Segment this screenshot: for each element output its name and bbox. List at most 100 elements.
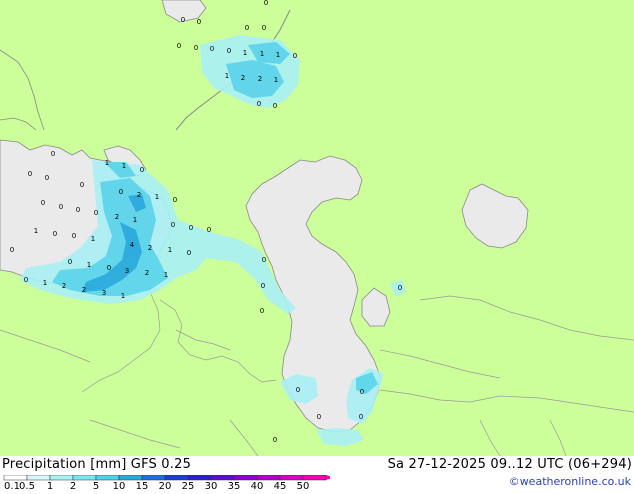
precip-value-28: 1 (155, 193, 159, 201)
scale-swatch-1 (26, 474, 51, 481)
scale-label-5: 10 (112, 481, 126, 492)
precip-value-29: 0 (173, 196, 177, 204)
precip-value-18: 0 (273, 102, 277, 110)
precip-value-35: 1 (133, 216, 137, 224)
precip-value-43: 4 (130, 241, 135, 249)
valid-time: Sa 27-12-2025 09..12 UTC (06+294) (387, 457, 632, 472)
precip-value-62: 0 (398, 284, 402, 292)
precip-value-19: 0 (51, 150, 55, 158)
precip-value-45: 1 (168, 246, 172, 254)
precip-value-6: 0 (194, 44, 198, 52)
scale-swatch-4 (95, 474, 120, 481)
precip-value-1: 0 (197, 18, 201, 26)
scale-label-0: 0.1 (4, 481, 20, 492)
precip-value-17: 0 (257, 100, 261, 108)
precip-value-52: 2 (145, 269, 149, 277)
precip-value-55: 0 (261, 282, 265, 290)
precip-value-68: 0 (273, 436, 277, 444)
precip-value-46: 0 (187, 249, 191, 257)
precip-value-60: 3 (102, 289, 106, 297)
precip-value-27: 2 (137, 191, 141, 199)
precip-value-64: 0 (296, 386, 300, 394)
precip-value-5: 0 (177, 42, 181, 50)
precip-value-49: 1 (87, 261, 91, 269)
precip-value-48: 0 (68, 258, 72, 266)
scale-label-7: 20 (158, 481, 172, 492)
scale-label-9: 30 (204, 481, 218, 492)
precip-value-50: 0 (107, 264, 111, 272)
scale-swatch-12 (279, 474, 304, 481)
scale-label-12: 45 (273, 481, 287, 492)
scale-swatch-3 (72, 474, 97, 481)
precip-value-15: 2 (258, 75, 262, 83)
precip-value-24: 0 (45, 174, 49, 182)
precip-value-53: 1 (164, 271, 168, 279)
scale-swatch-7 (164, 474, 189, 481)
precip-value-34: 2 (115, 213, 119, 221)
scale-label-13: 50 (296, 481, 310, 492)
scale-swatch-8 (187, 474, 212, 481)
scale-label-1: 0.5 (19, 481, 35, 492)
precip-value-44: 2 (148, 244, 152, 252)
precip-value-58: 2 (62, 282, 66, 290)
precip-value-0: 0 (181, 16, 185, 24)
precip-value-56: 0 (24, 276, 28, 284)
precip-value-67: 0 (359, 413, 363, 421)
color-scale: 0.1 0.5 1 2 5 10 15 20 25 30 35 40 45 50 (0, 474, 334, 492)
precipitation-map: 0 0 0 0 0 0 0 0 0 1 1 1 0 1 2 2 1 0 0 0 1 1 0 0 0 0 0 2 1 0 0 0 0 0 2 1 0 0 0 1… (0, 0, 634, 456)
credit-link[interactable]: ©weatheronline.co.uk (509, 475, 631, 488)
precip-value-2: 0 (245, 24, 249, 32)
precip-value-26: 0 (119, 188, 123, 196)
precip-value-51: 3 (125, 267, 129, 275)
precip-value-36: 0 (171, 221, 175, 229)
scale-swatch-0 (3, 474, 28, 481)
precip-value-66: 0 (317, 413, 321, 421)
scale-swatch-6 (141, 474, 166, 481)
precip-value-37: 0 (189, 224, 193, 232)
precip-value-59: 2 (82, 286, 86, 294)
precip-value-20: 1 (105, 159, 109, 167)
precip-value-16: 1 (274, 76, 278, 84)
precip-value-54: 0 (262, 256, 266, 264)
precip-value-63: 0 (260, 307, 264, 315)
precip-value-4: 0 (264, 0, 268, 7)
precip-value-22: 0 (140, 166, 144, 174)
precip-value-25: 0 (80, 181, 84, 189)
precip-value-39: 1 (34, 227, 38, 235)
precip-value-10: 1 (260, 50, 264, 58)
precip-value-32: 0 (76, 206, 80, 214)
precip-value-7: 0 (210, 45, 214, 53)
scale-label-11: 40 (250, 481, 264, 492)
precip-value-30: 0 (41, 199, 45, 207)
precip-value-11: 1 (276, 51, 280, 59)
precip-value-3: 0 (262, 24, 266, 32)
scale-label-3: 2 (69, 481, 77, 492)
precip-value-21: 1 (122, 162, 126, 170)
chart-title: Precipitation [mm] GFS 0.25 (2, 457, 192, 472)
precip-value-38: 0 (207, 226, 211, 234)
legend-bar: Precipitation [mm] GFS 0.25 Sa 27-12-202… (0, 456, 634, 492)
map-canvas: 0 0 0 0 0 0 0 0 0 1 1 1 0 1 2 2 1 0 0 0 1 1 0 0 0 0 0 2 1 0 0 0 0 0 2 1 0 0 0 1… (0, 0, 634, 456)
scale-swatch-11 (256, 474, 281, 481)
scale-label-2: 1 (46, 481, 54, 492)
precip-value-12: 0 (293, 52, 297, 60)
precip-value-47: 0 (10, 246, 14, 254)
precip-value-8: 0 (227, 47, 231, 55)
precip-value-23: 0 (28, 170, 32, 178)
precip-value-33: 0 (94, 209, 98, 217)
precip-value-57: 1 (43, 279, 47, 287)
precip-value-40: 0 (53, 230, 57, 238)
scale-label-4: 5 (92, 481, 100, 492)
precip-value-41: 0 (72, 232, 76, 240)
scale-swatch-2 (49, 474, 74, 481)
precip-value-14: 2 (241, 74, 245, 82)
scale-overflow-arrow (326, 475, 334, 480)
scale-label-10: 35 (227, 481, 241, 492)
scale-swatch-10 (233, 474, 258, 481)
scale-swatch-5 (118, 474, 143, 481)
precip-value-9: 1 (243, 49, 247, 57)
precip-value-65: 0 (360, 388, 364, 396)
precip-value-61: 1 (121, 292, 125, 300)
precip-value-13: 1 (225, 72, 229, 80)
scale-label-6: 15 (135, 481, 149, 492)
